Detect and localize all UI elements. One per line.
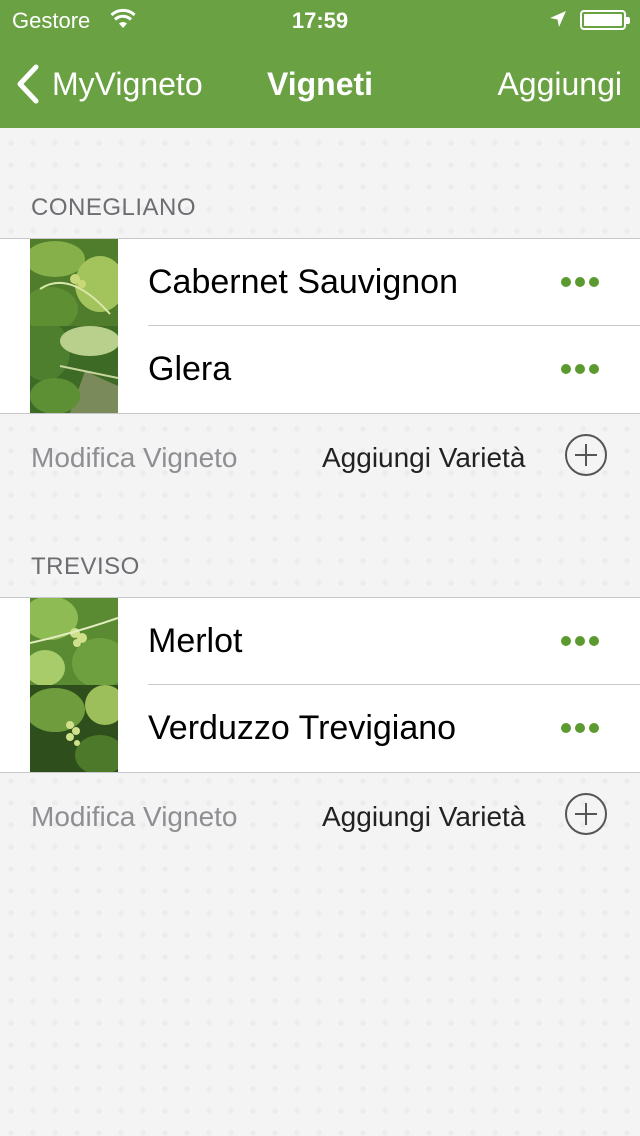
navigation-bar: Gestore 17:59 MyVigneto Vigneti Aggiungi xyxy=(0,0,640,128)
list-item[interactable]: Glera xyxy=(0,326,640,413)
variety-thumbnail xyxy=(30,326,118,413)
vineyard-actions-treviso: Modifica Vigneto Aggiungi Varietà xyxy=(0,787,640,847)
edit-vineyard-button[interactable]: Modifica Vigneto xyxy=(31,801,238,833)
more-dots-icon[interactable] xyxy=(560,635,600,647)
variety-name: Glera xyxy=(148,350,232,388)
add-circle-icon[interactable] xyxy=(564,433,608,477)
clock: 17:59 xyxy=(291,8,349,33)
more-dots-icon[interactable] xyxy=(560,722,600,734)
variety-thumbnail xyxy=(30,239,118,326)
section-header-conegliano: CONEGLIANO xyxy=(31,194,197,221)
add-circle-icon[interactable] xyxy=(564,792,608,836)
add-variety-button[interactable]: Aggiungi Varietà xyxy=(322,442,525,474)
back-label: MyVigneto xyxy=(52,65,203,102)
add-button[interactable]: Aggiungi xyxy=(497,66,622,103)
battery-icon xyxy=(580,10,630,30)
variety-list-conegliano: Cabernet Sauvignon Glera xyxy=(0,238,640,414)
list-item[interactable]: Merlot xyxy=(0,598,640,685)
list-item[interactable]: Cabernet Sauvignon xyxy=(0,239,640,326)
variety-name: Verduzzo Trevigiano xyxy=(148,709,457,747)
page-title: Vigneti xyxy=(266,66,374,102)
variety-thumbnail xyxy=(30,598,118,685)
variety-list-treviso: Merlot Verduzzo Trevigiano xyxy=(0,597,640,773)
variety-name: Cabernet Sauvignon xyxy=(148,263,459,301)
more-dots-icon[interactable] xyxy=(560,276,600,288)
section-header-treviso: TREVISO xyxy=(31,553,140,580)
add-variety-button[interactable]: Aggiungi Varietà xyxy=(322,801,525,833)
vineyard-actions-conegliano: Modifica Vigneto Aggiungi Varietà xyxy=(0,428,640,488)
location-arrow-icon xyxy=(550,11,566,27)
back-button[interactable]: MyVigneto xyxy=(14,64,203,104)
status-bar: Gestore 17:59 xyxy=(0,0,640,40)
variety-thumbnail xyxy=(30,685,118,772)
chevron-left-icon xyxy=(17,64,39,104)
edit-vineyard-button[interactable]: Modifica Vigneto xyxy=(31,442,238,474)
list-item[interactable]: Verduzzo Trevigiano xyxy=(0,685,640,772)
variety-name: Merlot xyxy=(148,622,243,660)
more-dots-icon[interactable] xyxy=(560,363,600,375)
